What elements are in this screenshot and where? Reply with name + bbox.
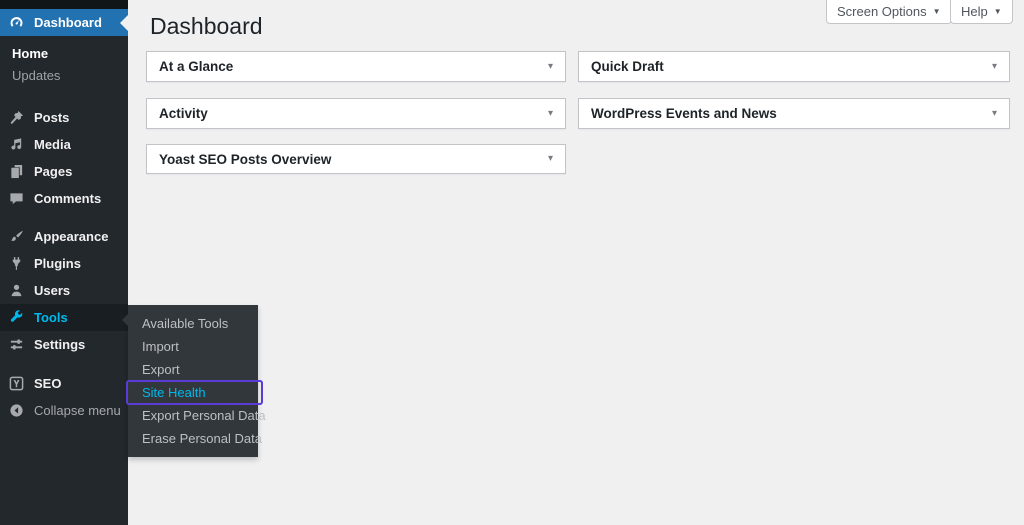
metabox-wordpress-events-and-news[interactable]: WordPress Events and News ▾: [578, 98, 1010, 129]
sidebar-item-media[interactable]: Media: [0, 131, 128, 158]
wordpress-admin-dashboard: Dashboard Home Updates Posts Media Pages…: [0, 0, 1024, 525]
sliders-icon: [9, 337, 24, 352]
sidebar-item-label: Posts: [34, 110, 69, 125]
sidebar-item-label: Media: [34, 137, 71, 152]
media-icon: [9, 137, 24, 152]
sidebar-item-tools[interactable]: Tools: [0, 304, 128, 331]
wrench-icon: [9, 310, 24, 325]
metabox-title: WordPress Events and News: [591, 106, 777, 121]
sidebar-item-dashboard[interactable]: Dashboard: [0, 9, 128, 36]
sidebar-item-settings[interactable]: Settings: [0, 331, 128, 358]
sidebar-item-plugins[interactable]: Plugins: [0, 250, 128, 277]
sidebar-item-label: SEO: [34, 376, 61, 391]
yoast-seo-icon: [9, 376, 24, 391]
admin-sidebar: Dashboard Home Updates Posts Media Pages…: [0, 0, 128, 525]
admin-bar-strip: [0, 0, 128, 9]
sidebar-item-label: Settings: [34, 337, 85, 352]
sidebar-item-label: Tools: [34, 310, 68, 325]
sidebar-item-pages[interactable]: Pages: [0, 158, 128, 185]
sidebar-item-posts[interactable]: Posts: [0, 104, 128, 131]
flyout-item-site-health[interactable]: Site Health: [128, 381, 258, 404]
help-button[interactable]: Help ▼: [950, 0, 1013, 24]
metabox-activity[interactable]: Activity ▾: [146, 98, 566, 129]
sidebar-item-label: Plugins: [34, 256, 81, 271]
sidebar-item-users[interactable]: Users: [0, 277, 128, 304]
page-title: Dashboard: [150, 13, 263, 40]
toggle-arrow-icon[interactable]: ▾: [992, 109, 997, 119]
metabox-at-a-glance[interactable]: At a Glance ▾: [146, 51, 566, 82]
metabox-title: Yoast SEO Posts Overview: [159, 152, 331, 167]
chevron-down-icon: ▼: [994, 8, 1002, 16]
toggle-arrow-icon[interactable]: ▾: [548, 109, 553, 119]
flyout-item-erase-personal-data[interactable]: Erase Personal Data: [128, 427, 258, 450]
sidebar-item-label: Users: [34, 283, 70, 298]
brush-icon: [9, 229, 24, 244]
sidebar-item-label: Comments: [34, 191, 101, 206]
toggle-arrow-icon[interactable]: ▾: [992, 62, 997, 72]
pages-icon: [9, 164, 24, 179]
flyout-item-import[interactable]: Import: [128, 335, 258, 358]
flyout-item-label: Site Health: [142, 385, 206, 400]
pushpin-icon: [9, 110, 24, 125]
toggle-arrow-icon[interactable]: ▾: [548, 154, 553, 164]
sidebar-item-seo[interactable]: SEO: [0, 370, 128, 397]
flyout-item-export-personal-data[interactable]: Export Personal Data: [128, 404, 258, 427]
dashboard-submenu: Home Updates: [0, 36, 128, 104]
sidebar-item-appearance[interactable]: Appearance: [0, 223, 128, 250]
flyout-item-export[interactable]: Export: [128, 358, 258, 381]
sidebar-item-label: Collapse menu: [34, 403, 121, 418]
sidebar-item-label: Appearance: [34, 229, 108, 244]
gauge-icon: [9, 15, 24, 30]
submenu-item-home[interactable]: Home: [0, 43, 128, 65]
tools-flyout-menu: Available Tools Import Export Site Healt…: [128, 305, 258, 457]
submenu-item-updates[interactable]: Updates: [0, 65, 128, 87]
comments-icon: [9, 191, 24, 206]
help-label: Help: [961, 4, 988, 19]
chevron-down-icon: ▼: [933, 8, 941, 16]
toggle-arrow-icon[interactable]: ▾: [548, 62, 553, 72]
sidebar-item-collapse-menu[interactable]: Collapse menu: [0, 397, 128, 424]
user-icon: [9, 283, 24, 298]
metabox-title: Activity: [159, 106, 208, 121]
plug-icon: [9, 256, 24, 271]
sidebar-item-comments[interactable]: Comments: [0, 185, 128, 212]
metabox-yoast-seo-posts-overview[interactable]: Yoast SEO Posts Overview ▾: [146, 144, 566, 174]
sidebar-separator: [0, 212, 128, 223]
current-item-arrow: [120, 15, 128, 31]
sidebar-separator: [0, 358, 128, 370]
sidebar-item-label: Dashboard: [34, 15, 102, 30]
sidebar-item-label: Pages: [34, 164, 72, 179]
metabox-quick-draft[interactable]: Quick Draft ▾: [578, 51, 1010, 82]
metabox-title: At a Glance: [159, 59, 233, 74]
screen-options-label: Screen Options: [837, 4, 927, 19]
metabox-title: Quick Draft: [591, 59, 664, 74]
collapse-menu-icon: [9, 403, 24, 418]
flyout-item-available-tools[interactable]: Available Tools: [128, 312, 258, 335]
screen-options-button[interactable]: Screen Options ▼: [826, 0, 952, 24]
